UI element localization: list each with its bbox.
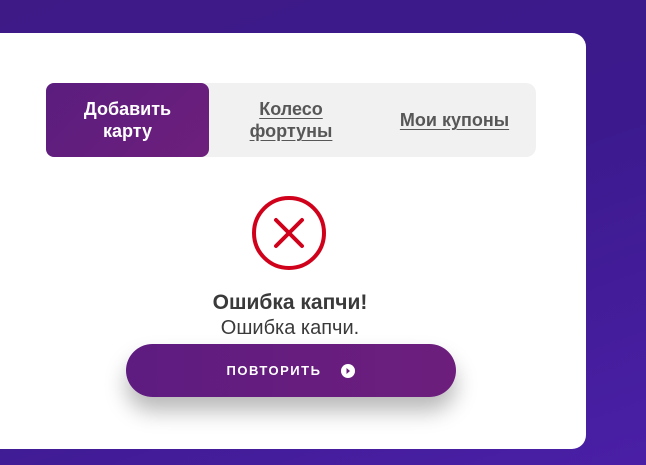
tab-wheel-of-fortune[interactable]: Колесо фортуны (209, 83, 373, 157)
captcha-card: Добавить карту Колесо фортуны Мои купоны… (0, 33, 586, 449)
tabs-bar: Добавить карту Колесо фортуны Мои купоны (46, 83, 536, 157)
retry-button[interactable]: ПОВТОРИТЬ (126, 344, 456, 397)
error-x-circle-icon (252, 196, 326, 270)
error-title: Ошибка капчи! (212, 291, 368, 314)
tab-add-card-label-line2: карту (102, 121, 153, 141)
tab-my-coupons[interactable]: Мои купоны (373, 83, 536, 157)
tab-add-card-label-line1: Добавить (83, 99, 172, 119)
tab-wheel-label-line1: Колесо (259, 99, 323, 119)
tab-wheel-label-line2: фортуны (249, 121, 333, 141)
error-message: Ошибка капчи. (220, 317, 360, 339)
retry-button-label: ПОВТОРИТЬ (226, 363, 322, 378)
tab-add-card[interactable]: Добавить карту (46, 83, 209, 157)
tab-my-coupons-label: Мои купоны (399, 110, 510, 130)
arrow-right-circle-icon (341, 363, 356, 378)
